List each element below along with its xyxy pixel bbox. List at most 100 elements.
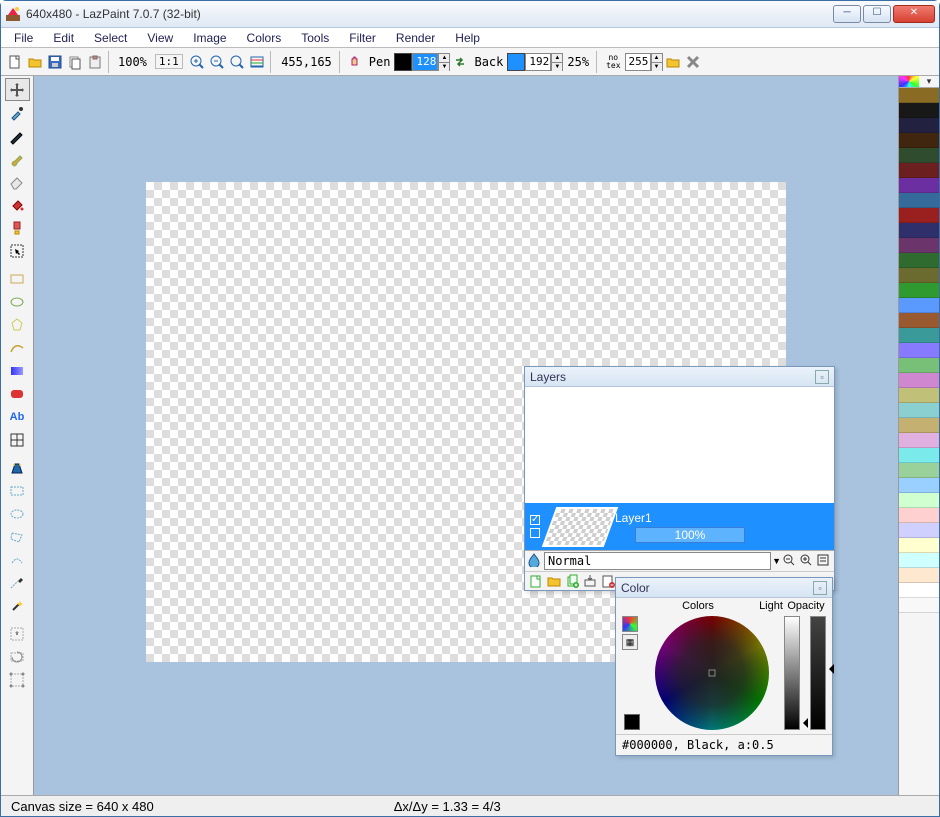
opacity-spinner[interactable]: ▲▼ <box>651 53 663 71</box>
layers-panel-titlebar[interactable]: Layers ▫ <box>525 367 834 387</box>
move-selection-tool[interactable] <box>5 622 30 645</box>
palette-swatch-29[interactable] <box>899 523 939 538</box>
palette-swatch-13[interactable] <box>899 283 939 298</box>
layer-zoom-in-icon[interactable] <box>799 553 815 569</box>
color-wheel[interactable] <box>655 616 769 730</box>
palette-swatch-24[interactable] <box>899 448 939 463</box>
palette-swatch-14[interactable] <box>899 298 939 313</box>
eraser-tool[interactable] <box>5 170 30 193</box>
layers-panel-close-icon[interactable]: ▫ <box>815 370 829 384</box>
merge-layer-icon[interactable] <box>582 573 598 589</box>
selection-tool[interactable] <box>5 239 30 262</box>
select-spline-tool[interactable] <box>5 548 30 571</box>
palette-swatch-23[interactable] <box>899 433 939 448</box>
layers-panel[interactable]: Layers ▫ ✓ Layer1 100% Normal ▼ <box>524 366 835 591</box>
swap-colors-icon[interactable] <box>450 52 470 72</box>
palette-swatch-3[interactable] <box>899 133 939 148</box>
hand-tool-icon[interactable] <box>345 52 365 72</box>
save-file-icon[interactable] <box>45 52 65 72</box>
zoom-out-icon[interactable] <box>207 52 227 72</box>
palette-swatch-11[interactable] <box>899 253 939 268</box>
fill-tool[interactable] <box>5 193 30 216</box>
lightness-slider[interactable] <box>784 616 800 730</box>
palette-swatch-12[interactable] <box>899 268 939 283</box>
menu-filter[interactable]: Filter <box>340 30 385 46</box>
brush-tool[interactable] <box>5 147 30 170</box>
palette-swatch-16[interactable] <box>899 328 939 343</box>
layer-zoom-out-icon[interactable] <box>782 553 798 569</box>
magic-wand-tool[interactable] <box>5 594 30 617</box>
layer-menu-icon[interactable] <box>816 553 832 569</box>
palette-swatch-19[interactable] <box>899 373 939 388</box>
phong-tool[interactable] <box>5 382 30 405</box>
palette-swatch-21[interactable] <box>899 403 939 418</box>
palette-swatch-30[interactable] <box>899 538 939 553</box>
palette-swatch-34[interactable] <box>899 598 939 613</box>
palette-swatch-2[interactable] <box>899 118 939 133</box>
clear-texture-icon[interactable] <box>683 52 703 72</box>
minimize-button[interactable]: ─ <box>833 5 861 23</box>
grid-icon[interactable] <box>247 52 267 72</box>
open-texture-icon[interactable] <box>663 52 683 72</box>
gradient-tool[interactable] <box>5 359 30 382</box>
clone-tool[interactable] <box>5 216 30 239</box>
menu-help[interactable]: Help <box>446 30 489 46</box>
layer-perspective-tool[interactable] <box>5 456 30 479</box>
edit-selection-tool[interactable] <box>5 668 30 691</box>
color-wheel-cursor[interactable] <box>709 670 716 677</box>
palette-swatch-18[interactable] <box>899 358 939 373</box>
lightness-cursor-icon[interactable] <box>798 718 808 728</box>
close-button[interactable]: ✕ <box>893 5 935 23</box>
palette-swatch-25[interactable] <box>899 463 939 478</box>
palette-swatch-17[interactable] <box>899 343 939 358</box>
layer-opacity-text[interactable]: 100% <box>635 527 745 543</box>
titlebar[interactable]: 640x480 - LazPaint 7.0.7 (32-bit) ─ ☐ ✕ <box>1 1 939 28</box>
delete-layer-icon[interactable] <box>600 573 616 589</box>
new-file-icon[interactable] <box>5 52 25 72</box>
palette-swatch-0[interactable] <box>899 88 939 103</box>
layer-grid-icon[interactable] <box>530 528 540 538</box>
opacity-input[interactable]: 255 <box>625 53 651 71</box>
palette-swatch-20[interactable] <box>899 388 939 403</box>
rotate-selection-tool[interactable] <box>5 645 30 668</box>
layer-name-text[interactable]: Layer1 <box>615 511 830 525</box>
open-file-icon[interactable] <box>25 52 45 72</box>
palette-swatch-7[interactable] <box>899 193 939 208</box>
select-ellipse-tool[interactable] <box>5 502 30 525</box>
paste-icon[interactable] <box>85 52 105 72</box>
back-color-swatch[interactable] <box>507 53 525 71</box>
palette-swatch-31[interactable] <box>899 553 939 568</box>
menu-view[interactable]: View <box>138 30 182 46</box>
palette-swatch-28[interactable] <box>899 508 939 523</box>
blend-mode-select[interactable]: Normal <box>544 552 771 570</box>
menu-image[interactable]: Image <box>184 30 235 46</box>
select-rect-tool[interactable] <box>5 479 30 502</box>
pen-width-spinner[interactable]: ▲▼ <box>438 53 450 71</box>
back-width-input[interactable]: 192 <box>525 53 551 71</box>
add-to-palette-icon[interactable] <box>622 616 638 632</box>
select-poly-tool[interactable] <box>5 525 30 548</box>
menu-render[interactable]: Render <box>387 30 444 46</box>
ellipse-tool[interactable] <box>5 290 30 313</box>
remove-palette-icon[interactable]: ▦ <box>622 634 638 650</box>
pen-color-swatch[interactable] <box>394 53 412 71</box>
move-tool[interactable] <box>5 78 30 101</box>
layer-row[interactable]: ✓ Layer1 100% <box>525 503 834 550</box>
deform-tool[interactable] <box>5 428 30 451</box>
pen-tool[interactable] <box>5 124 30 147</box>
new-layer-icon[interactable] <box>528 573 544 589</box>
palette-swatch-22[interactable] <box>899 418 939 433</box>
palette-swatch-27[interactable] <box>899 493 939 508</box>
palette-header[interactable]: ▾ <box>899 76 939 88</box>
copy-icon[interactable] <box>65 52 85 72</box>
color-panel-titlebar[interactable]: Color ▫ <box>616 578 832 598</box>
back-width-spinner[interactable]: ▲▼ <box>551 53 563 71</box>
eyedropper-tool[interactable] <box>5 101 30 124</box>
menu-edit[interactable]: Edit <box>44 30 83 46</box>
pen-width-input[interactable]: 128 <box>412 53 438 71</box>
zoom-in-icon[interactable] <box>187 52 207 72</box>
menu-file[interactable]: File <box>5 30 42 46</box>
color-panel[interactable]: Color ▫ Colors Light Opacity ▦ <box>615 577 833 756</box>
palette-swatch-26[interactable] <box>899 478 939 493</box>
select-pen-tool[interactable] <box>5 571 30 594</box>
